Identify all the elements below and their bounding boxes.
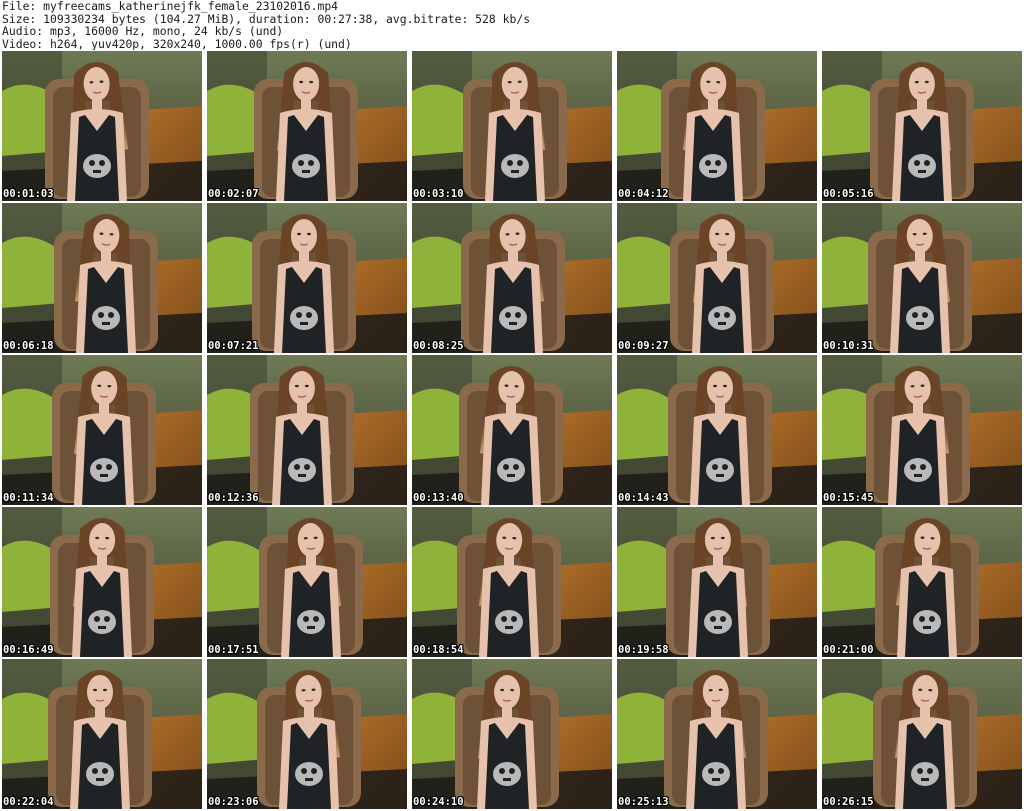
video-thumbnail: 00:24:10: [412, 659, 612, 809]
thumbnail-timestamp: 00:22:04: [3, 796, 54, 808]
frame-image: [822, 659, 1022, 809]
video-thumbnail: 00:14:43: [617, 355, 817, 505]
video-thumbnail: 00:18:54: [412, 507, 612, 657]
file-info-header: File: myfreecams_katherinejfk_female_231…: [2, 0, 1022, 50]
video-thumbnail: 00:13:40: [412, 355, 612, 505]
video-thumbnail: 00:05:16: [822, 51, 1022, 201]
video-thumbnail: 00:21:00: [822, 507, 1022, 657]
thumbnail-timestamp: 00:25:13: [618, 796, 669, 808]
thumbnail-timestamp: 00:19:58: [618, 644, 669, 656]
thumbnail-timestamp: 00:21:00: [823, 644, 874, 656]
video-thumbnail: 00:08:25: [412, 203, 612, 353]
frame-image: [2, 203, 202, 353]
thumbnail-timestamp: 00:10:31: [823, 340, 874, 352]
video-thumbnail: 00:15:45: [822, 355, 1022, 505]
video-thumbnail: 00:03:10: [412, 51, 612, 201]
frame-image: [822, 355, 1022, 505]
thumbnail-timestamp: 00:08:25: [413, 340, 464, 352]
video-thumbnail: 00:12:36: [207, 355, 407, 505]
video-thumbnail: 00:09:27: [617, 203, 817, 353]
frame-image: [2, 659, 202, 809]
thumbnail-timestamp: 00:23:06: [208, 796, 259, 808]
video-thumbnail: 00:19:58: [617, 507, 817, 657]
frame-image: [207, 203, 407, 353]
thumbnail-timestamp: 00:16:49: [3, 644, 54, 656]
audio-info-line: Audio: mp3, 16000 Hz, mono, 24 kb/s (und…: [2, 24, 284, 38]
thumbnail-timestamp: 00:17:51: [208, 644, 259, 656]
thumbnail-timestamp: 00:14:43: [618, 492, 669, 504]
frame-image: [617, 659, 817, 809]
frame-image: [207, 355, 407, 505]
frame-image: [822, 51, 1022, 201]
frame-image: [207, 507, 407, 657]
frame-image: [822, 507, 1022, 657]
video-thumbnail: 00:01:03: [2, 51, 202, 201]
frame-image: [412, 507, 612, 657]
video-thumbnail: 00:17:51: [207, 507, 407, 657]
thumbnail-timestamp: 00:24:10: [413, 796, 464, 808]
thumbnail-timestamp: 00:06:18: [3, 340, 54, 352]
video-thumbnail: 00:22:04: [2, 659, 202, 809]
frame-image: [412, 203, 612, 353]
video-info-line: Video: h264, yuv420p, 320x240, 1000.00 f…: [2, 36, 352, 50]
frame-image: [2, 507, 202, 657]
thumbnail-timestamp: 00:05:16: [823, 188, 874, 200]
frame-image: [617, 203, 817, 353]
frame-image: [617, 51, 817, 201]
thumbnail-timestamp: 00:12:36: [208, 492, 259, 504]
thumbnail-timestamp: 00:26:15: [823, 796, 874, 808]
thumbnail-timestamp: 00:07:21: [208, 340, 259, 352]
frame-image: [822, 203, 1022, 353]
frame-image: [207, 51, 407, 201]
thumbnail-timestamp: 00:04:12: [618, 188, 669, 200]
thumbnail-timestamp: 00:13:40: [413, 492, 464, 504]
thumbnail-timestamp: 00:01:03: [3, 188, 54, 200]
frame-image: [412, 51, 612, 201]
video-thumbnail: 00:02:07: [207, 51, 407, 201]
frame-image: [617, 507, 817, 657]
frame-image: [412, 659, 612, 809]
thumbnail-timestamp: 00:09:27: [618, 340, 669, 352]
frame-image: [412, 355, 612, 505]
video-thumbnail: 00:04:12: [617, 51, 817, 201]
thumbnail-grid: 00:01:03 00:02:07 00:03:10 00:04:12 00:0…: [2, 51, 1022, 809]
frame-image: [2, 51, 202, 201]
frame-image: [207, 659, 407, 809]
video-thumbnail: 00:25:13: [617, 659, 817, 809]
file-name-line: File: myfreecams_katherinejfk_female_231…: [2, 0, 339, 13]
thumbnail-timestamp: 00:02:07: [208, 188, 259, 200]
video-thumbnail: 00:26:15: [822, 659, 1022, 809]
frame-image: [617, 355, 817, 505]
video-thumbnail: 00:10:31: [822, 203, 1022, 353]
video-thumbnail: 00:07:21: [207, 203, 407, 353]
video-thumbnail: 00:11:34: [2, 355, 202, 505]
video-thumbnail: 00:23:06: [207, 659, 407, 809]
video-thumbnail: 00:16:49: [2, 507, 202, 657]
thumbnail-timestamp: 00:11:34: [3, 492, 54, 504]
thumbnail-timestamp: 00:03:10: [413, 188, 464, 200]
thumbnail-timestamp: 00:18:54: [413, 644, 464, 656]
video-thumbnail: 00:06:18: [2, 203, 202, 353]
thumbnail-timestamp: 00:15:45: [823, 492, 874, 504]
frame-image: [2, 355, 202, 505]
